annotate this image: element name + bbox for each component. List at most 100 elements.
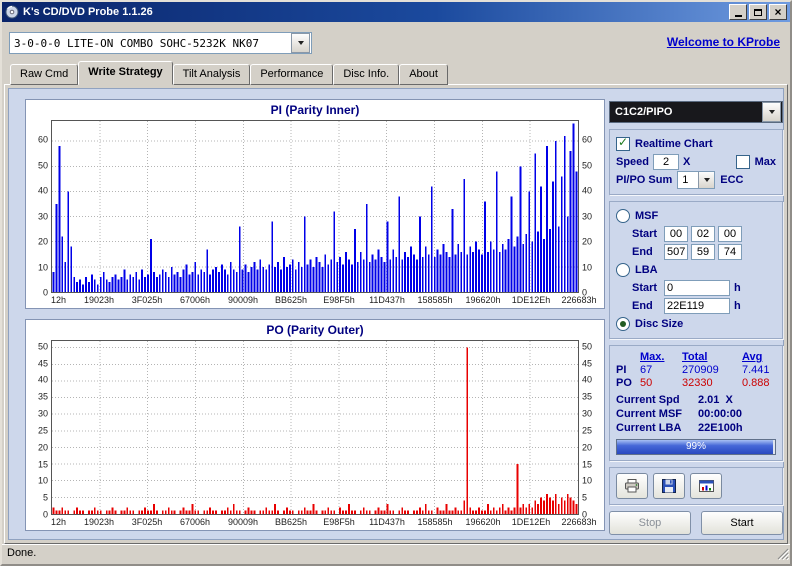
stats-row-po-label: PO [616,377,632,389]
msf-start-label: Start [632,228,658,240]
lba-end-label: End [632,300,653,312]
current-msf-value: 00:00:00 [698,408,743,420]
po-avg-value: 0.888 [742,377,770,389]
pi-plot [52,121,578,292]
lba-radio[interactable] [616,263,630,277]
po-max-value: 50 [640,377,653,389]
tab-disc-info[interactable]: Disc Info. [333,64,400,85]
options-group: Realtime Chart Speed X Max PI/PO Sum [609,129,783,195]
status-text: Done. [7,547,37,559]
lba-start-unit-label: h [734,282,741,294]
export-chart-button[interactable] [690,473,722,499]
current-lba-label: Current LBA [616,422,682,434]
disc-size-label: Disc Size [635,318,684,330]
pi-chart-title: PI (Parity Inner) [270,103,360,117]
minimize-icon [734,15,742,17]
close-icon: × [774,4,782,19]
speed-unit-label: X [683,156,691,168]
current-spd-value: 2.01 X [698,394,733,406]
stats-group: Max. Total Avg PI 67 270909 7.441 PO 50 … [609,345,783,461]
po-y-axis-left: 0 5 10 15 20 25 30 35 40 45 50 [37,341,48,520]
max-speed-checkbox[interactable] [735,155,750,169]
pi-x-axis: 12h 19023h 3F025h 67006h 90009h BB625h E98F5h 1… [51,295,597,305]
tab-raw-cmd[interactable]: Raw Cmd [10,64,79,85]
msf-end-field-2[interactable] [718,244,742,260]
save-button[interactable] [653,473,685,499]
pi-y-axis-right: 0 10 20 30 40 50 60 [582,134,593,298]
msf-start-field-2[interactable] [718,226,742,242]
lba-end-input[interactable] [664,298,730,314]
pipo-sum-select[interactable]: 1 [677,171,716,189]
msf-radio[interactable] [616,209,630,223]
current-msf-label: Current MSF [616,408,682,420]
pi-max-value: 67 [640,364,653,376]
lba-start-input[interactable] [664,280,730,296]
disc-size-radio[interactable] [616,317,630,331]
welcome-link[interactable]: Welcome to KProbe [667,35,780,49]
run-controls: Stop Start [609,511,783,535]
pipo-sum-dropdown-button[interactable] [698,172,715,188]
printer-icon [625,479,639,493]
chart-mode-select[interactable]: C1C2/PIPO [609,101,783,123]
stats-table: Max. Total Avg PI 67 270909 7.441 PO 50 … [616,351,776,389]
pi-chart: PI (Parity Inner) 0 10 20 30 40 50 60 0 10 20 30 4… [25,99,605,309]
chart-mode-dropdown-button[interactable] [762,102,781,122]
tab-about[interactable]: About [399,64,448,85]
maximize-icon [754,8,762,16]
title-bar[interactable]: K's CD/DVD Probe 1.1.26 × [2,2,790,22]
chevron-down-icon [768,110,775,114]
max-speed-label: Max [754,156,776,168]
msf-start-field-1[interactable] [691,226,715,242]
progress-bar: 99% [616,439,776,455]
msf-end-field-1[interactable] [691,244,715,260]
msf-end-field-0[interactable] [664,244,688,260]
msf-label: MSF [635,210,659,222]
msf-start-field-0[interactable] [664,226,688,242]
tab-page: PI (Parity Inner) 0 10 20 30 40 50 60 0 10 20 30 4… [4,84,788,544]
ecc-label: ECC [720,174,744,186]
pi-plot-area [51,120,579,293]
realtime-chart-label: Realtime Chart [635,138,713,150]
tab-tilt-analysis[interactable]: Tilt Analysis [172,64,251,85]
tab-write-strategy[interactable]: Write Strategy [78,61,173,85]
print-button[interactable] [616,473,648,499]
po-total-value: 32330 [682,377,713,389]
msf-end-label: End [632,246,653,258]
tab-performance[interactable]: Performance [250,64,334,85]
status-bar: Done. [2,544,790,564]
pi-total-value: 270909 [682,364,719,376]
speed-label: Speed [616,156,650,168]
range-group: MSF Start End [609,201,783,339]
maximize-button[interactable] [749,4,767,20]
pi-avg-value: 7.441 [742,364,770,376]
speed-input[interactable] [653,154,680,170]
current-status: Current Spd 2.01 X Current MSF 00:00:00 … [616,394,776,434]
tab-strip: Raw Cmd Write Strategy Tilt Analysis Per… [10,61,448,85]
chart-mode-value: C1C2/PIPO [615,106,673,118]
realtime-chart-checkbox[interactable] [616,135,630,151]
close-button[interactable]: × [769,4,787,20]
lba-end-unit-label: h [734,300,741,312]
tools-group [609,467,783,505]
stats-header-max: Max. [640,351,665,363]
lba-start-label: Start [632,282,658,294]
chart-window-icon [698,480,714,492]
lba-label: LBA [635,264,658,276]
minimize-button[interactable] [729,4,747,20]
chevron-down-icon [297,41,304,45]
stats-header-total: Total [682,351,708,363]
stop-button[interactable]: Stop [609,511,691,535]
pipo-sum-value: 1 [682,174,689,186]
drive-select-dropdown-button[interactable] [291,33,310,53]
drive-select[interactable]: 3-0-0-0 LITE-ON COMBO SOHC-5232K NK07 [9,32,312,54]
chevron-down-icon [703,178,710,182]
start-button[interactable]: Start [701,511,783,535]
resize-grip[interactable] [776,547,790,563]
po-x-axis: 12h 19023h 3F025h 67006h 90009h BB625h E98F5h 1… [51,517,597,527]
current-spd-label: Current Spd [616,394,680,406]
window-title: K's CD/DVD Probe 1.1.26 [23,6,153,18]
current-lba-value: 22E100h [698,422,743,434]
pi-y-axis-left: 0 10 20 30 40 50 60 [37,134,48,298]
floppy-disk-icon [662,479,676,493]
progress-label: 99% [685,441,706,452]
